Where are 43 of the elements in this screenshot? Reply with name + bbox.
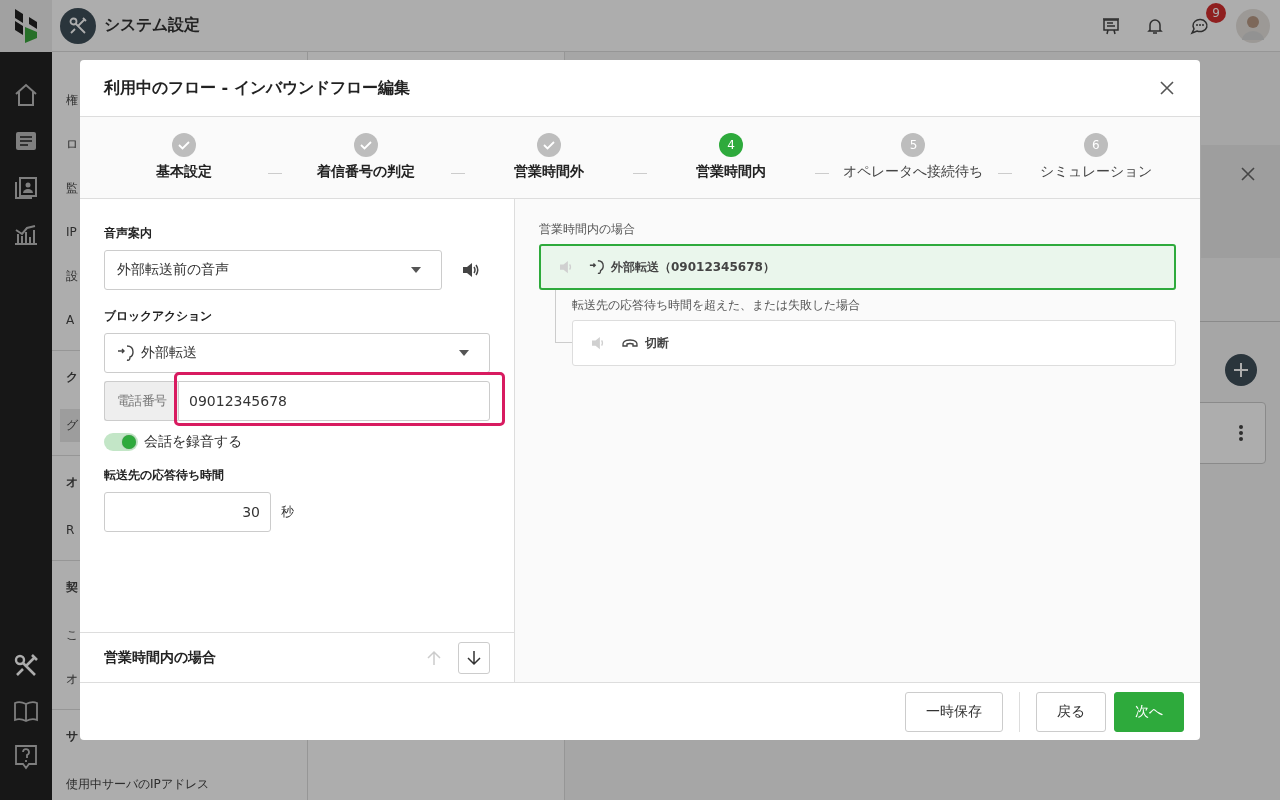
- wait-time-field[interactable]: 30: [104, 492, 271, 532]
- sidebar-item[interactable]: IP: [66, 225, 77, 239]
- step-number: 6: [1083, 133, 1108, 157]
- branch-condition: 転送先の応答待ち時間を超えた、または失敗した場合: [572, 297, 861, 314]
- step-number: 5: [901, 133, 926, 157]
- field-label: ブロックアクション: [104, 308, 212, 325]
- flow-node[interactable]: 切断: [572, 320, 1176, 366]
- step-label[interactable]: 営業時間内: [696, 163, 767, 181]
- sidebar-item[interactable]: A: [66, 313, 75, 327]
- sidebar-item[interactable]: 使用中サーバのIPアドレス: [66, 775, 209, 793]
- sidebar-item[interactable]: こ: [66, 626, 78, 644]
- sidebar-item[interactable]: 権: [66, 91, 78, 109]
- step-label[interactable]: シミュレーション: [1039, 163, 1152, 181]
- sidebar-item[interactable]: 設: [66, 267, 78, 285]
- field-label: 転送先の応答待ち時間: [104, 467, 224, 484]
- phone-input-field[interactable]: 09012345678: [178, 381, 490, 421]
- flow-label: 営業時間内の場合: [539, 221, 636, 238]
- sidebar-heading: ク: [66, 368, 78, 386]
- action-select[interactable]: 外部転送: [104, 333, 490, 373]
- flow-node[interactable]: 外部転送（09012345678）: [539, 244, 1176, 290]
- field-label: 電話番号: [104, 381, 178, 421]
- sidebar-heading: サ: [66, 727, 78, 745]
- voice-select[interactable]: 外部転送前の音声: [104, 250, 442, 290]
- sidebar-item[interactable]: オ: [66, 670, 78, 688]
- section-title: 営業時間内の場合: [104, 648, 216, 667]
- unit-label: 秒: [281, 503, 294, 521]
- back-button[interactable]: 戻る: [1036, 691, 1106, 732]
- step-label[interactable]: 基本設定: [156, 163, 213, 181]
- toggle-label: 会話を録音する: [144, 433, 242, 451]
- sidebar-item[interactable]: ロ: [66, 135, 78, 153]
- notification-badge: 9: [1206, 2, 1226, 23]
- dialog-title: 利用中のフロー - インバウンドフロー編集: [104, 77, 410, 99]
- step-label[interactable]: オペレータへ接続待ち: [843, 163, 984, 181]
- step-label[interactable]: 着信番号の判定: [317, 163, 416, 181]
- field-label: 音声案内: [104, 225, 152, 242]
- sidebar-heading: オ: [66, 473, 78, 491]
- app-title: システム設定: [104, 15, 200, 36]
- save-draft-button[interactable]: 一時保存: [905, 691, 1003, 732]
- sidebar-heading: 契: [66, 578, 78, 596]
- step-number: 4: [719, 133, 744, 157]
- step-label[interactable]: 営業時間外: [513, 163, 584, 181]
- sidebar-item[interactable]: R: [66, 523, 75, 537]
- sidebar-item[interactable]: 監: [66, 179, 78, 197]
